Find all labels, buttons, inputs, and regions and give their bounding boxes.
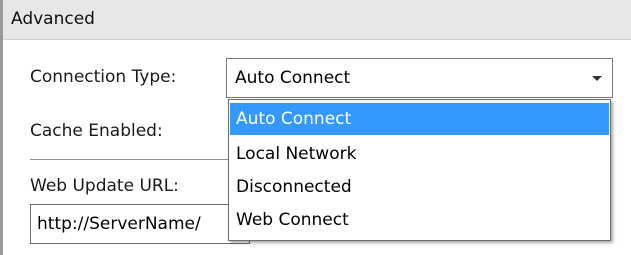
web-update-url-value: http://ServerName/	[37, 214, 201, 234]
section-divider	[30, 159, 235, 160]
connection-type-dropdown-list: Auto Connect Local Network Disconnected …	[228, 99, 611, 241]
connection-type-combobox[interactable]: Auto Connect	[226, 58, 613, 98]
dropdown-option-auto-connect[interactable]: Auto Connect	[230, 103, 609, 135]
cache-enabled-label: Cache Enabled:	[30, 121, 163, 141]
dropdown-option-disconnected[interactable]: Disconnected	[230, 171, 609, 203]
connection-type-value: Auto Connect	[235, 68, 351, 88]
web-update-url-label: Web Update URL:	[30, 176, 179, 196]
advanced-settings-panel: Advanced Connection Type: Auto Connect C…	[0, 0, 631, 255]
web-update-url-input[interactable]: http://ServerName/	[30, 204, 250, 244]
group-header: Advanced	[3, 0, 631, 40]
dropdown-option-local-network[interactable]: Local Network	[230, 138, 609, 170]
connection-type-label: Connection Type:	[30, 67, 177, 87]
dropdown-option-web-connect[interactable]: Web Connect	[230, 204, 609, 236]
chevron-down-icon[interactable]	[592, 76, 602, 81]
group-title: Advanced	[11, 9, 95, 29]
